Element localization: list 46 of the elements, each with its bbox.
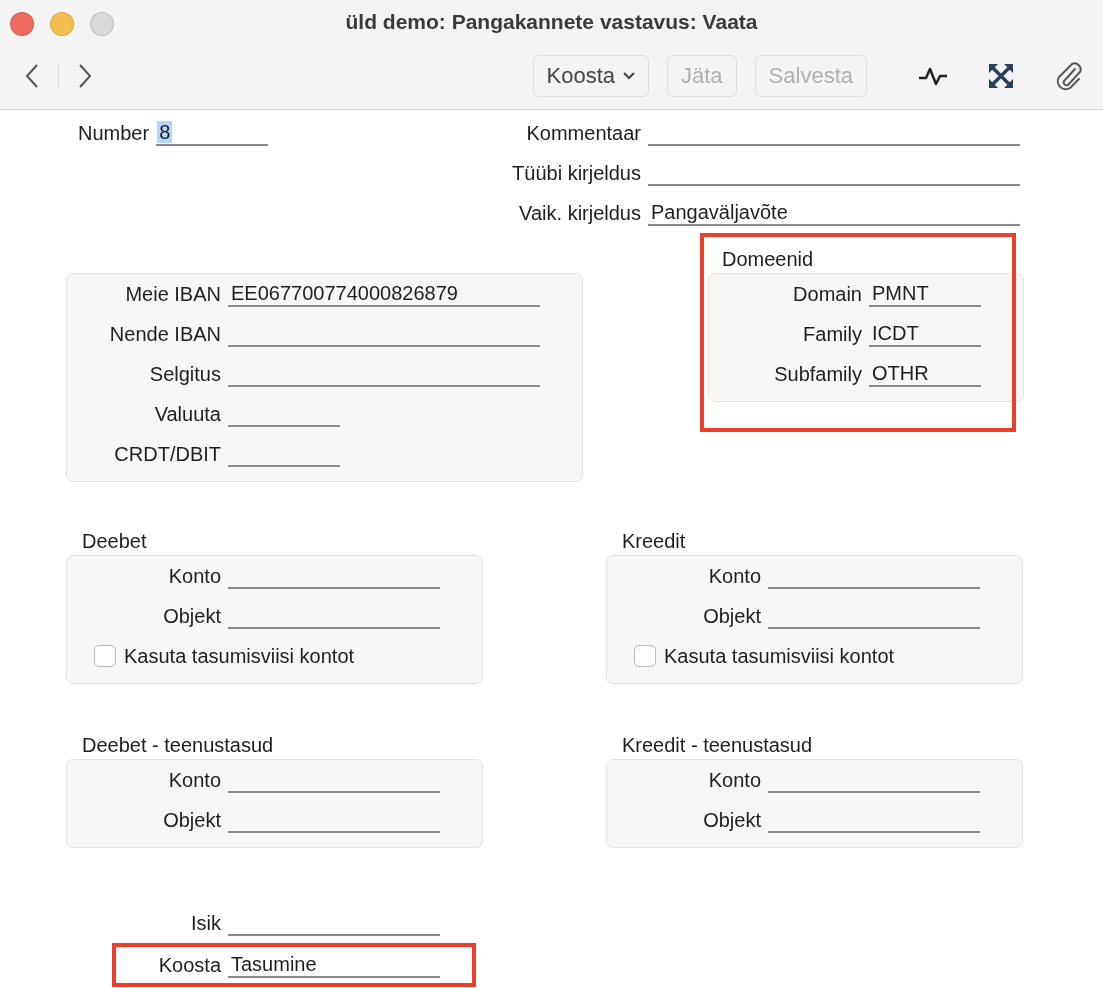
input-field[interactable]: Tasumine xyxy=(228,952,440,978)
field-label: Objekt xyxy=(702,808,761,832)
field-label: Vaik. kirjeldus xyxy=(518,201,641,225)
field-label: Tüübi kirjeldus xyxy=(511,161,641,185)
minimize-button[interactable] xyxy=(50,12,74,36)
field-label: Konto xyxy=(167,564,221,588)
chevron-right-icon xyxy=(77,62,93,89)
chevron-left-icon xyxy=(24,62,40,89)
field-label: Meie IBAN xyxy=(124,282,221,306)
section-heading: Deebet - teenustasud xyxy=(81,734,275,756)
section-heading: Domeenid xyxy=(721,248,815,270)
checkbox-label: Kasuta tasumisviisi kontot xyxy=(664,644,895,668)
input-field[interactable]: PMNT xyxy=(869,281,981,307)
field-label: Koosta xyxy=(157,953,221,977)
section-heading: Deebet xyxy=(81,530,148,552)
field-label: Subfamily xyxy=(773,362,862,386)
field-label: Konto xyxy=(707,564,761,588)
window-title: üld demo: Pangakannete vastavus: Vaata xyxy=(345,10,758,33)
zoom-button[interactable] xyxy=(90,12,114,36)
input-field[interactable]: Pangaväljavõte xyxy=(648,200,1020,226)
field-label: Valuuta xyxy=(153,402,221,426)
field-label: CRDT/DBIT xyxy=(113,442,221,466)
section-heading: Kreedit xyxy=(621,530,687,552)
field-label: Konto xyxy=(707,768,761,792)
checkbox-label: Kasuta tasumisviisi kontot xyxy=(124,644,355,668)
caret-icon xyxy=(623,71,635,80)
field-label: Kommentaar xyxy=(525,121,641,145)
field-label: Family xyxy=(802,322,862,346)
menu-button[interactable]: Koosta xyxy=(532,54,649,97)
field-label: Domain xyxy=(792,282,862,306)
input-field[interactable]: ICDT xyxy=(869,321,981,347)
field-label: Nende IBAN xyxy=(108,322,221,346)
field-label: Objekt xyxy=(162,604,221,628)
field-label: Number xyxy=(78,121,150,145)
checkbox[interactable] xyxy=(634,645,656,667)
input-field[interactable]: EE067700774000826879 xyxy=(228,281,540,307)
field-label: Selgitus xyxy=(148,362,221,386)
input-field[interactable]: 8 xyxy=(156,120,269,146)
field-label: Objekt xyxy=(702,604,761,628)
field-label: Konto xyxy=(167,768,221,792)
section-heading: Kreedit - teenustasud xyxy=(621,734,814,756)
field-label: Isik xyxy=(190,911,221,935)
checkbox[interactable] xyxy=(94,645,116,667)
input-field[interactable]: OTHR xyxy=(869,361,981,387)
close-button[interactable] xyxy=(10,12,34,36)
field-label: Objekt xyxy=(162,808,221,832)
